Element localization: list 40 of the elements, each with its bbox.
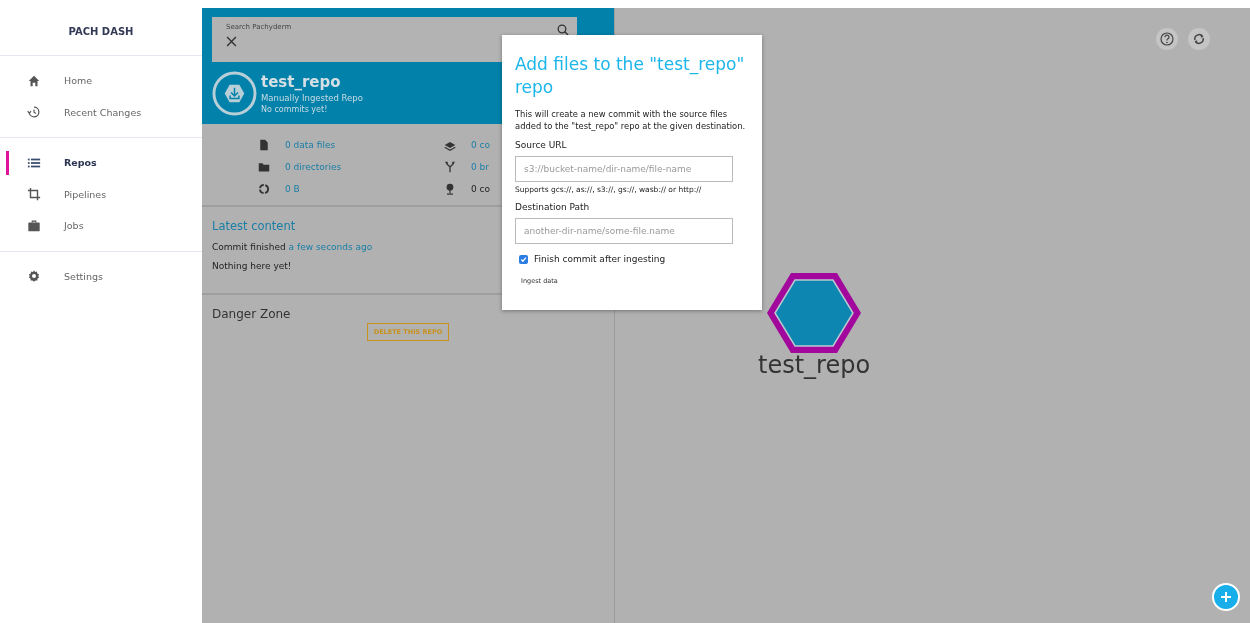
field-label: Source URL	[515, 140, 568, 151]
repo-logo-icon	[212, 71, 257, 116]
sidebar-item[interactable]: Pipelines	[0, 178, 202, 210]
checkbox[interactable]	[519, 254, 528, 264]
settings-icon	[27, 269, 41, 284]
input-field[interactable]: s3://bucket-name/dir-name/file-name	[515, 156, 733, 183]
sidebar-item[interactable]: Home	[0, 65, 202, 97]
repo-type: Manually Ingested Repo	[261, 93, 363, 103]
input-field[interactable]: another-dir-name/some-file.name	[515, 218, 733, 245]
plus-icon	[1220, 591, 1232, 603]
active-indicator	[6, 151, 9, 175]
stat-text: 0 co	[471, 183, 491, 194]
field-label: Destination Path	[515, 202, 591, 213]
sidebar-item[interactable]: Repos	[0, 147, 202, 179]
section-title: Danger Zone	[212, 307, 292, 321]
folder-icon	[258, 160, 270, 173]
help-button[interactable]	[1156, 28, 1178, 50]
home-icon	[27, 73, 41, 88]
sidebar-item[interactable]: Settings	[0, 260, 202, 292]
crop-icon	[27, 187, 41, 202]
empty-text: Nothing here yet!	[212, 261, 293, 271]
help-icon	[1160, 32, 1174, 46]
checkbox-label: Finish commit after ingesting	[534, 254, 666, 265]
close-icon[interactable]	[226, 36, 237, 47]
search-icon[interactable]	[557, 24, 569, 36]
history-icon	[27, 105, 41, 120]
dialog-description: This will create a new commit with the source files added to the "test_repo" repo at the given destination.	[515, 107, 747, 133]
branch-icon	[444, 160, 456, 173]
sidebar-item[interactable]: Jobs	[0, 210, 202, 242]
refresh-icon	[1192, 32, 1206, 46]
repo-status: No commits yet!	[261, 105, 329, 114]
refresh-button[interactable]	[1188, 28, 1210, 50]
node-label: test_repo	[758, 351, 871, 379]
sidebar-item[interactable]: Recent Changes	[0, 96, 202, 128]
pin-icon	[444, 182, 456, 195]
briefcase-icon	[27, 218, 41, 233]
add-button[interactable]	[1212, 583, 1240, 611]
repo-name: test_repo	[261, 73, 342, 91]
donut-icon	[258, 182, 270, 195]
file-icon	[258, 138, 270, 151]
